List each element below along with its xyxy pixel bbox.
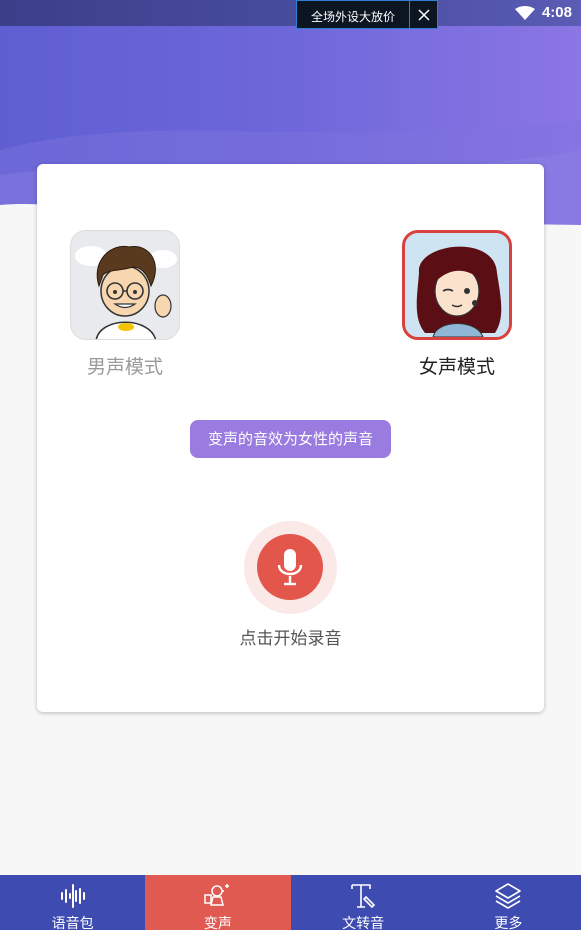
ad-text[interactable]: 全场外设大放价 [311, 8, 395, 25]
ad-close-button[interactable] [409, 1, 437, 28]
male-mode-label: 男声模式 [86, 357, 163, 378]
female-mode-label: 女声模式 [418, 357, 495, 378]
nav-label-voice-pack: 语音包 [51, 916, 94, 930]
nav-label-more: 更多 [494, 916, 523, 930]
close-icon [417, 8, 430, 21]
layers-icon [495, 883, 522, 909]
male-avatar[interactable] [70, 230, 180, 340]
nav-item-text-to-speech[interactable]: 文转音 [291, 875, 436, 930]
nav-item-voice-pack[interactable]: 语音包 [0, 875, 145, 930]
ad-banner[interactable]: 全场外设大放价 [296, 0, 438, 29]
wifi-icon [515, 6, 535, 20]
microphone-icon [277, 549, 303, 586]
text-to-speech-icon [351, 884, 376, 909]
status-bar: 4:08 [0, 0, 581, 26]
female-mode-option[interactable]: 女声模式 [387, 230, 527, 379]
record-label: 点击开始录音 [239, 629, 342, 649]
nav-item-voice-change[interactable]: 变声 [145, 875, 291, 930]
voice-change-card: 男声模式 女声模式 变声的音效为女性的声音 点击开始录音 [37, 164, 544, 712]
voice-pack-icon [60, 884, 85, 908]
nav-label-text-to-speech: 文转音 [342, 916, 385, 930]
nav-label-voice-change: 变声 [203, 916, 232, 930]
record-button[interactable] [244, 521, 337, 614]
male-mode-option[interactable]: 男声模式 [55, 230, 195, 379]
female-avatar[interactable] [402, 230, 512, 340]
bottom-nav: 语音包 变声 文转音 更多 [0, 875, 581, 930]
record-button-core[interactable] [257, 534, 323, 600]
nav-item-more[interactable]: 更多 [436, 875, 581, 930]
voice-effect-hint: 变声的音效为女性的声音 [190, 420, 391, 458]
status-time: 4:08 [541, 4, 572, 21]
voice-change-icon [204, 884, 229, 906]
